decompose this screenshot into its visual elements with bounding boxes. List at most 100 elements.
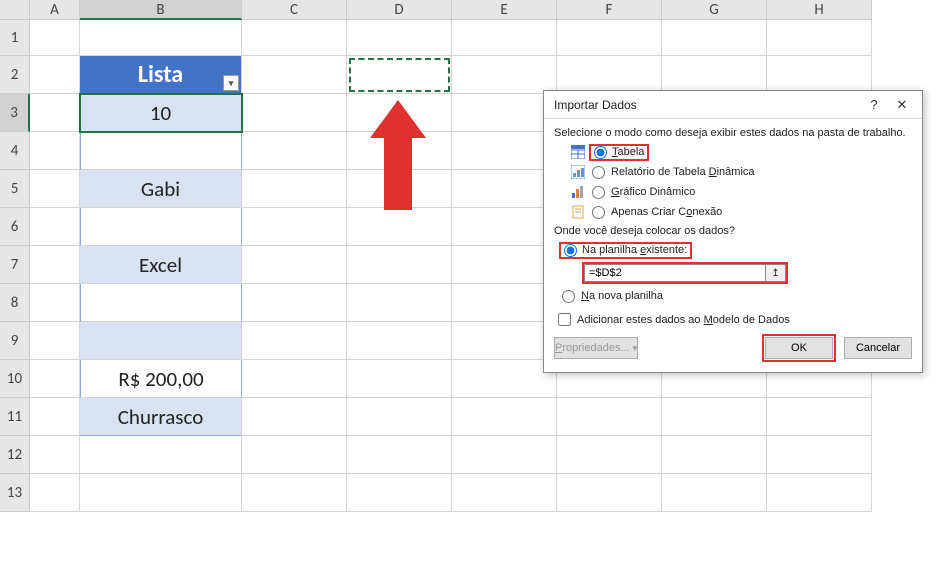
cell-B6[interactable]: [80, 208, 242, 246]
col-head-A[interactable]: A: [30, 0, 80, 20]
cell-G1[interactable]: [662, 20, 767, 56]
cell-reference-input[interactable]: [584, 264, 766, 282]
cell-H13[interactable]: [767, 474, 872, 512]
row-head-5[interactable]: 5: [0, 170, 30, 208]
cell-A7[interactable]: [30, 246, 80, 284]
cell-F1[interactable]: [557, 20, 662, 56]
radio-connection[interactable]: [592, 206, 605, 219]
col-head-E[interactable]: E: [452, 0, 557, 20]
row-head-7[interactable]: 7: [0, 246, 30, 284]
cell-A11[interactable]: [30, 398, 80, 436]
cell-C12[interactable]: [242, 436, 347, 474]
cell-A4[interactable]: [30, 132, 80, 170]
cell-E2[interactable]: [452, 56, 557, 94]
cell-E11[interactable]: [452, 398, 557, 436]
cell-B12[interactable]: [80, 436, 242, 474]
row-head-3[interactable]: 3: [0, 94, 30, 132]
col-head-G[interactable]: G: [662, 0, 767, 20]
row-head-1[interactable]: 1: [0, 20, 30, 56]
cell-C1[interactable]: [242, 20, 347, 56]
cell-E1[interactable]: [452, 20, 557, 56]
dialog-titlebar[interactable]: Importar Dados ? ✕: [544, 91, 922, 119]
cell-A5[interactable]: [30, 170, 80, 208]
radio-table[interactable]: [594, 146, 607, 159]
row-head-10[interactable]: 10: [0, 360, 30, 398]
cell-A9[interactable]: [30, 322, 80, 360]
cell-H2[interactable]: [767, 56, 872, 94]
cell-C8[interactable]: [242, 284, 347, 322]
radio-existing-sheet[interactable]: [564, 244, 577, 257]
properties-button[interactable]: Propriedades...▾: [554, 337, 638, 359]
radio-new-sheet[interactable]: [562, 290, 575, 303]
cell-B7[interactable]: Excel: [80, 246, 242, 284]
cell-D7[interactable]: [347, 246, 452, 284]
cell-G12[interactable]: [662, 436, 767, 474]
row-head-4[interactable]: 4: [0, 132, 30, 170]
radio-pivot[interactable]: [592, 166, 605, 179]
cell-F2[interactable]: [557, 56, 662, 94]
cell-D6[interactable]: [347, 208, 452, 246]
cell-D12[interactable]: [347, 436, 452, 474]
cell-H12[interactable]: [767, 436, 872, 474]
cell-D1[interactable]: [347, 20, 452, 56]
radio-chart[interactable]: [592, 186, 605, 199]
cell-F11[interactable]: [557, 398, 662, 436]
cell-A6[interactable]: [30, 208, 80, 246]
cell-D10[interactable]: [347, 360, 452, 398]
cell-C10[interactable]: [242, 360, 347, 398]
cell-E7[interactable]: [452, 246, 557, 284]
cell-C13[interactable]: [242, 474, 347, 512]
cell-B8[interactable]: [80, 284, 242, 322]
cell-A10[interactable]: [30, 360, 80, 398]
cell-A12[interactable]: [30, 436, 80, 474]
col-head-F[interactable]: F: [557, 0, 662, 20]
cell-H1[interactable]: [767, 20, 872, 56]
cell-A13[interactable]: [30, 474, 80, 512]
cell-H11[interactable]: [767, 398, 872, 436]
cell-F12[interactable]: [557, 436, 662, 474]
cell-C7[interactable]: [242, 246, 347, 284]
col-head-H[interactable]: H: [767, 0, 872, 20]
cell-G11[interactable]: [662, 398, 767, 436]
cell-G2[interactable]: [662, 56, 767, 94]
cell-E4[interactable]: [452, 132, 557, 170]
checkbox-data-model[interactable]: [558, 313, 571, 326]
cell-E5[interactable]: [452, 170, 557, 208]
col-head-B[interactable]: B: [80, 0, 242, 20]
col-head-C[interactable]: C: [242, 0, 347, 20]
cell-E8[interactable]: [452, 284, 557, 322]
cell-C11[interactable]: [242, 398, 347, 436]
cell-A3[interactable]: [30, 94, 80, 132]
cell-C6[interactable]: [242, 208, 347, 246]
row-head-12[interactable]: 12: [0, 436, 30, 474]
row-head-8[interactable]: 8: [0, 284, 30, 322]
cell-B4[interactable]: [80, 132, 242, 170]
cell-E12[interactable]: [452, 436, 557, 474]
col-head-D[interactable]: D: [347, 0, 452, 20]
cancel-button[interactable]: Cancelar: [844, 337, 912, 359]
row-head-6[interactable]: 6: [0, 208, 30, 246]
cell-E9[interactable]: [452, 322, 557, 360]
cell-E3[interactable]: [452, 94, 557, 132]
cell-F13[interactable]: [557, 474, 662, 512]
cell-B2-table-header[interactable]: Lista ▾: [80, 56, 242, 94]
row-head-13[interactable]: 13: [0, 474, 30, 512]
select-all-corner[interactable]: [0, 0, 30, 20]
cell-B1[interactable]: [80, 20, 242, 56]
cell-E10[interactable]: [452, 360, 557, 398]
cell-B10[interactable]: R$ 200,00: [80, 360, 242, 398]
cell-D9[interactable]: [347, 322, 452, 360]
range-picker-button[interactable]: ↥: [766, 264, 786, 282]
cell-D11[interactable]: [347, 398, 452, 436]
cell-C9[interactable]: [242, 322, 347, 360]
cell-B9[interactable]: [80, 322, 242, 360]
cell-E13[interactable]: [452, 474, 557, 512]
cell-A2[interactable]: [30, 56, 80, 94]
filter-dropdown-icon[interactable]: ▾: [223, 75, 239, 91]
cell-D8[interactable]: [347, 284, 452, 322]
cell-D13[interactable]: [347, 474, 452, 512]
cell-B13[interactable]: [80, 474, 242, 512]
cell-C2[interactable]: [242, 56, 347, 94]
cell-C3[interactable]: [242, 94, 347, 132]
row-head-11[interactable]: 11: [0, 398, 30, 436]
